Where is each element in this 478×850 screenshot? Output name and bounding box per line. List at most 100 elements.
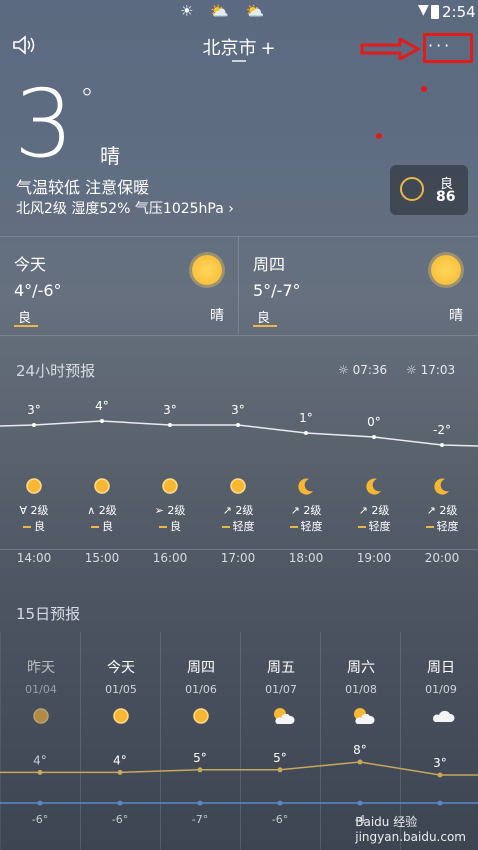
red-dot-annotation	[421, 86, 427, 92]
hourly-temp: 0°	[367, 415, 381, 429]
hourly-time: 14:00	[16, 551, 52, 565]
hourly-temp-point	[168, 423, 172, 427]
daily-low-temp: -6°	[32, 813, 48, 826]
sun-icon	[160, 476, 178, 494]
daily-day: 周五	[267, 660, 295, 676]
daily-low-temp: -6°	[112, 813, 128, 826]
watermark-title: Baidu 经验	[355, 815, 418, 829]
weather-detail-link[interactable]: 北风2级 湿度52% 气压1025hPa ›	[16, 198, 234, 218]
day-temp-range: 5°/-7°	[253, 281, 301, 300]
hourly-wind: ↗ 2级	[426, 504, 458, 517]
sun-icon	[92, 476, 110, 494]
daily-high-point	[277, 767, 283, 773]
sun-icon	[191, 706, 211, 726]
daily-date: 01/05	[105, 683, 137, 696]
hourly-aqi: 良	[4, 518, 64, 534]
hourly-aqi: 轻度	[276, 518, 336, 534]
hourly-wind: ➢ 2级	[154, 504, 186, 517]
hourly-temp: 1°	[299, 411, 313, 425]
watermark: Baidu 经验 jingyan.baidu.com	[355, 813, 466, 844]
aqi-underline	[14, 325, 38, 327]
hourly-temp-point	[372, 435, 376, 439]
city-name: 北京市	[202, 38, 257, 59]
day-condition: 晴	[449, 308, 463, 324]
battery-icon	[431, 5, 439, 19]
hourly-temp: 3°	[231, 403, 245, 417]
hourly-temp: 3°	[163, 403, 177, 417]
sun-icon	[111, 706, 131, 726]
current-temperature: 3	[14, 70, 74, 179]
hourly-time: 19:00	[356, 551, 392, 565]
hourly-aqi: 轻度	[344, 518, 404, 534]
hourly-aqi: 良	[72, 518, 132, 534]
daily-high-temp: 5°	[193, 751, 207, 765]
hourly-temp-point	[304, 431, 308, 435]
hourly-temp: 3°	[27, 403, 41, 417]
daily-high-point	[117, 769, 123, 775]
daily-low-point	[117, 800, 123, 806]
daily-high-point	[357, 759, 363, 765]
hourly-time: 18:00	[288, 551, 324, 565]
hourly-temp: -2°	[433, 423, 451, 437]
add-city-button[interactable]: +	[260, 38, 275, 59]
day-name: 今天	[14, 255, 47, 274]
sun-icon	[24, 476, 42, 494]
hourly-time: 17:00	[220, 551, 256, 565]
daily-high-point	[437, 772, 443, 778]
day-aqi: 良	[257, 311, 271, 326]
today-card[interactable]: 今天 4°/-6° 良 晴	[0, 237, 238, 335]
sun-icon	[228, 476, 246, 494]
hourly-temp-point	[32, 423, 36, 427]
cloud-sun-icon	[271, 706, 295, 726]
moon-icon	[432, 476, 449, 495]
hourly-wind: ↗ 2级	[222, 504, 254, 517]
daily-low-temp: -7°	[192, 813, 208, 826]
daily-day: 昨天	[27, 660, 55, 676]
day-temp-range: 4°/-6°	[14, 281, 62, 300]
status-notification-icons: ☀ ⛅ ⛅	[180, 2, 271, 20]
hourly-temp: 4°	[95, 399, 109, 413]
red-arrow-annotation	[360, 38, 420, 60]
cloud-sun-icon	[351, 706, 375, 726]
daily-high-temp: 8°	[353, 743, 367, 757]
sun-icon	[192, 255, 222, 285]
hourly-wind: ↗ 2级	[290, 504, 322, 517]
daily-high-point	[197, 767, 203, 773]
daily-low-point	[357, 800, 363, 806]
weather-tip: 气温较低 注意保暖	[16, 178, 150, 197]
aqi-face-icon	[400, 177, 424, 201]
daily-date: 01/06	[185, 683, 217, 696]
daily-low-temp: -6°	[272, 813, 288, 826]
watermark-url: jingyan.baidu.com	[355, 830, 466, 844]
daily-day: 周四	[187, 660, 215, 676]
highlight-box-annotation	[423, 33, 473, 63]
two-day-summary: 今天 4°/-6° 良 晴 周四 5°/-7° 良 晴	[0, 236, 478, 336]
hourly-time: 20:00	[424, 551, 460, 565]
daily-day: 周日	[427, 660, 455, 676]
thursday-card[interactable]: 周四 5°/-7° 良 晴	[239, 237, 477, 335]
daily-day: 今天	[107, 660, 135, 676]
day-name: 周四	[253, 255, 286, 274]
aqi-underline	[253, 325, 277, 327]
daily-low-point	[277, 800, 283, 806]
vertical-divider	[238, 236, 239, 334]
hourly-wind: ∀ 2级	[19, 504, 49, 517]
hourly-timeline-axis	[0, 543, 478, 550]
degree-symbol: °	[80, 82, 94, 115]
daily-high-temp: 3°	[433, 756, 447, 770]
day-aqi: 良	[18, 311, 32, 326]
sunset-time: 17:03	[420, 363, 456, 377]
daily-low-point	[437, 800, 443, 806]
red-dot-annotation	[376, 133, 382, 139]
daily-high-temp: 4°	[33, 753, 47, 767]
sun-icon	[31, 706, 51, 726]
status-bar: ☀ ⛅ ⛅ ▼ 2:54	[0, 0, 478, 26]
hourly-time: 15:00	[84, 551, 120, 565]
aqi-card[interactable]: 良 86	[390, 165, 468, 215]
current-condition: 晴	[100, 144, 120, 168]
hourly-wind: ∧ 2级	[87, 504, 117, 517]
daily-day: 周六	[347, 660, 375, 676]
hourly-temp-point	[236, 423, 240, 427]
daily-high-point	[37, 769, 43, 775]
sunrise-icon: ☼	[338, 363, 349, 377]
